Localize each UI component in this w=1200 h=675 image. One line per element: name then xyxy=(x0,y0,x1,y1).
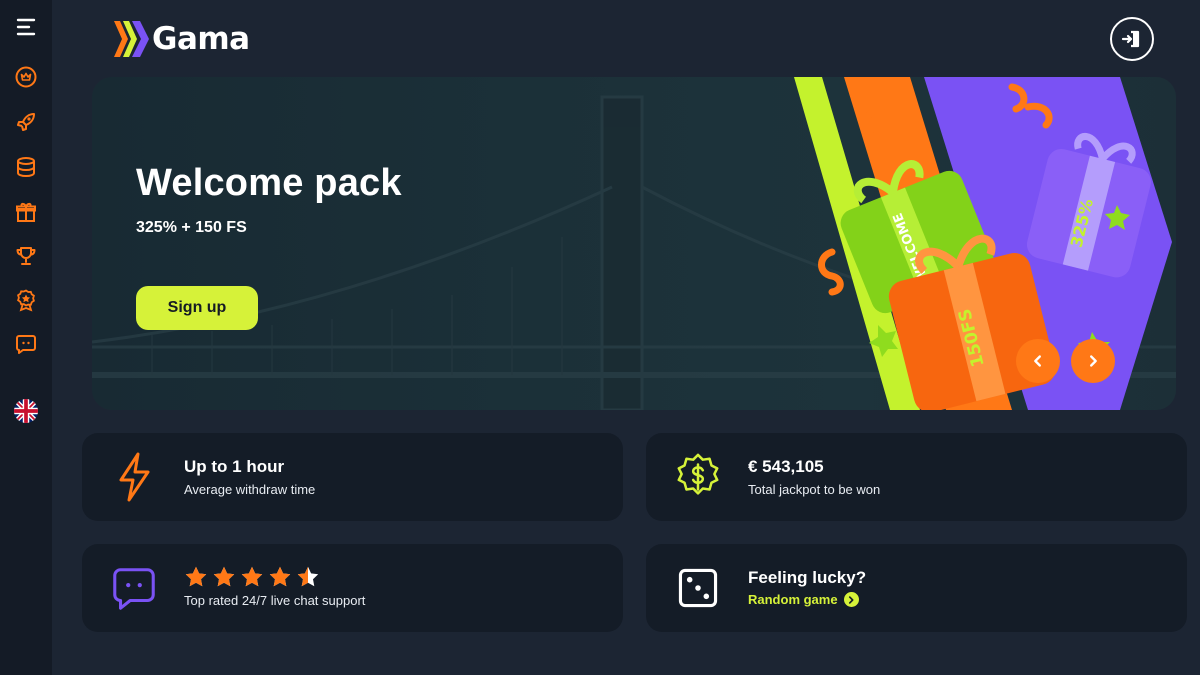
jackpot-subtitle: Total jackpot to be won xyxy=(748,482,881,497)
random-game-link[interactable]: Random game xyxy=(748,592,859,607)
login-button[interactable] xyxy=(1110,17,1154,61)
arrow-circle-icon xyxy=(843,592,859,607)
medal-icon[interactable] xyxy=(10,284,42,316)
random-game-label: Random game xyxy=(748,592,838,607)
withdraw-time-title: Up to 1 hour xyxy=(184,457,285,476)
star-icon xyxy=(213,566,235,587)
star-icon xyxy=(269,566,291,587)
star-icon xyxy=(297,566,319,587)
coins-icon[interactable] xyxy=(10,151,42,183)
hero-subtitle: 325% + 150 FS xyxy=(136,219,247,236)
rating-stars xyxy=(184,565,320,589)
brand-logo[interactable]: Gama xyxy=(112,18,250,60)
hero-title: Welcome pack xyxy=(136,162,402,204)
sign-up-button[interactable]: Sign up xyxy=(136,286,258,330)
feature-card-withdraw: Up to 1 hour Average withdraw time xyxy=(82,433,623,521)
chat-icon[interactable] xyxy=(10,328,42,360)
feature-card-support: Top rated 24/7 live chat support xyxy=(82,544,623,632)
brand-name: Gama xyxy=(152,21,250,57)
carousel-prev-button[interactable] xyxy=(1016,339,1060,383)
chevron-right-icon xyxy=(1090,355,1097,367)
feature-card-jackpot: € 543,105 Total jackpot to be won xyxy=(646,433,1187,521)
crown-icon[interactable] xyxy=(10,61,42,93)
trophy-icon[interactable] xyxy=(10,240,42,272)
carousel-next-button[interactable] xyxy=(1071,339,1115,383)
uk-flag-icon[interactable] xyxy=(10,395,42,427)
jackpot-amount: € 543,105 xyxy=(748,457,824,476)
sidebar xyxy=(0,0,52,675)
chevron-left-icon xyxy=(1034,355,1041,367)
menu-icon[interactable] xyxy=(10,11,42,43)
star-icon xyxy=(185,566,207,587)
dice-icon xyxy=(672,562,724,614)
feature-card-random: Feeling lucky? Random game xyxy=(646,544,1187,632)
feeling-lucky-title: Feeling lucky? xyxy=(748,568,867,587)
login-icon xyxy=(1121,30,1140,48)
chat-icon xyxy=(108,562,160,614)
lightning-icon xyxy=(108,451,160,503)
welcome-banner: Welcome pack 325% + 150 FS Sign up WELCO… xyxy=(92,77,1176,410)
support-subtitle: Top rated 24/7 live chat support xyxy=(184,593,366,608)
withdraw-time-subtitle: Average withdraw time xyxy=(184,482,316,497)
gift-icon[interactable] xyxy=(10,196,42,228)
dollar-badge-icon xyxy=(672,451,724,503)
star-icon xyxy=(241,566,263,587)
rocket-icon[interactable] xyxy=(10,106,42,138)
logo-chevrons-icon xyxy=(114,21,149,57)
